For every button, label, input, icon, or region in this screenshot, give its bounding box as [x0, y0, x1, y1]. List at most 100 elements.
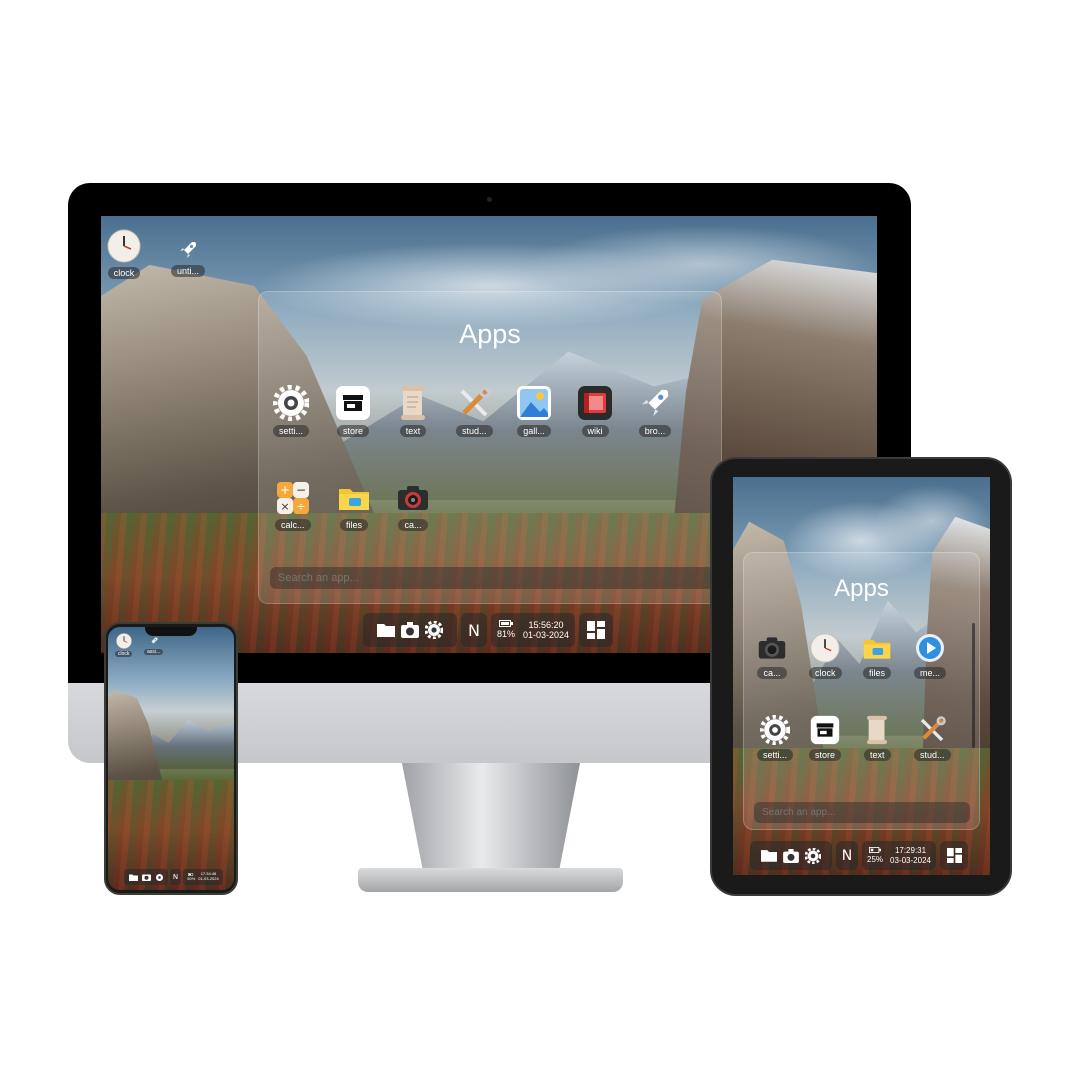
status-area: 81% 15:56:20 01-03-2024 [491, 613, 575, 647]
wallpaper [108, 627, 234, 890]
notes-button[interactable]: N [170, 869, 181, 885]
clock-icon [107, 229, 141, 263]
date-text: 03-03-2024 [890, 855, 931, 865]
app-search-input[interactable] [754, 802, 970, 823]
gear-icon[interactable] [155, 873, 164, 882]
desktop-icon-label: clock [115, 651, 133, 657]
app-calculator[interactable]: + − × ÷ calc... [275, 481, 311, 531]
camera-icon[interactable] [141, 873, 151, 881]
time-text: 17:29:31 [894, 846, 927, 856]
apps-launcher-window: Apps ca... clock files me... setti... st… [743, 552, 980, 830]
app-studio[interactable]: stud... [914, 715, 951, 761]
gear-icon[interactable] [805, 847, 821, 864]
app-camera[interactable]: ca... [757, 633, 787, 679]
clock-readout: 17:29:31 03-03-2024 [890, 846, 931, 864]
taskbar-quick-group [750, 841, 832, 870]
desktop-icon-clock[interactable]: clock [115, 633, 133, 657]
app-label: ca... [757, 667, 787, 679]
app-grid-button[interactable] [579, 613, 613, 647]
app-label: setti... [273, 425, 310, 437]
app-text[interactable]: text [398, 385, 428, 437]
battery-indicator: 25% [867, 846, 884, 864]
battery-percent: 25% [867, 854, 884, 864]
notes-button[interactable]: N [836, 841, 858, 870]
app-label: files [339, 519, 368, 531]
app-clock[interactable]: clock [809, 633, 842, 679]
date-text: 01-03-2024 [522, 630, 570, 640]
gear-icon [760, 715, 790, 745]
gear-icon [273, 385, 309, 421]
camera-icon[interactable] [401, 622, 419, 638]
status-area: 25% 17:29:31 03-03-2024 [862, 841, 936, 870]
taskbar: N 81% 15:56:20 01-03-2024 [363, 613, 613, 647]
play-icon [915, 633, 945, 663]
taskbar-quick-group [124, 869, 168, 885]
time-text: 15:56:20 [528, 619, 564, 630]
phone-screen: clock assi... N 50% 17:34:48 01-03-2024 [108, 627, 234, 890]
battery-percent: 81% [496, 629, 515, 640]
tablet-screen: Apps ca... clock files me... setti... st… [733, 477, 990, 875]
store-icon [335, 385, 371, 421]
svg-text:×: × [280, 500, 289, 513]
grid-icon [587, 621, 605, 639]
svg-text:−: − [296, 483, 306, 497]
apps-launcher-window: Apps setti... store text stud... gall...… [258, 291, 722, 604]
folder-icon[interactable] [128, 874, 138, 881]
taskbar: N 25% 17:29:31 03-03-2024 [750, 841, 968, 870]
app-label: stud... [914, 749, 951, 761]
desktop-icon-label: unti... [171, 265, 206, 277]
apps-title: Apps [834, 575, 889, 602]
app-files[interactable]: files [862, 633, 892, 679]
app-label: text [399, 425, 427, 437]
app-label: me... [914, 667, 947, 679]
app-files[interactable]: files [337, 481, 371, 531]
wiki-icon [577, 385, 613, 421]
gear-icon[interactable] [425, 621, 443, 639]
app-label: bro... [638, 425, 672, 437]
monitor-stand [402, 763, 580, 873]
camera-icon[interactable] [783, 848, 799, 863]
battery-indicator: 50% [187, 872, 196, 882]
app-store[interactable]: store [809, 715, 842, 761]
clock-readout: 17:34:48 01-03-2024 [198, 872, 218, 881]
tools-icon [456, 385, 492, 421]
app-store[interactable]: store [335, 385, 371, 437]
clock-icon [810, 633, 840, 663]
scrollbar[interactable] [972, 623, 975, 748]
desktop-icon-untitled[interactable]: unti... [171, 239, 206, 277]
app-camera[interactable]: ca... [396, 481, 430, 531]
app-text[interactable]: text [864, 715, 891, 761]
scroll-icon [398, 385, 428, 421]
app-media[interactable]: me... [914, 633, 947, 679]
battery-percent: 50% [187, 875, 196, 881]
app-label: text [864, 749, 891, 761]
folder-icon [337, 481, 371, 515]
desktop-icon-label: assi... [144, 649, 164, 655]
app-search-input[interactable] [270, 567, 714, 589]
app-studio[interactable]: stud... [456, 385, 493, 437]
app-wiki[interactable]: wiki [577, 385, 613, 437]
app-settings[interactable]: setti... [273, 385, 310, 437]
battery-indicator: 81% [497, 620, 515, 639]
app-browser[interactable]: bro... [637, 385, 673, 437]
clock-icon [115, 633, 132, 649]
desktop-icon-assistant[interactable]: assi... [144, 636, 164, 655]
notes-button[interactable]: N [461, 613, 487, 647]
calculator-icon: + − × ÷ [276, 481, 310, 515]
folder-icon[interactable] [377, 623, 395, 637]
app-settings[interactable]: setti... [757, 715, 794, 761]
app-gallery[interactable]: gall... [516, 385, 552, 437]
app-label: setti... [757, 749, 794, 761]
desktop-icon-clock[interactable]: clock [107, 229, 141, 279]
tools-icon [917, 715, 947, 745]
desktop-icon-label: clock [107, 267, 141, 279]
gallery-icon [516, 385, 552, 421]
taskbar: N 50% 17:34:48 01-03-2024 [124, 869, 223, 885]
monitor-camera [487, 197, 492, 202]
app-label: store [336, 425, 369, 437]
date-text: 01-03-2024 [198, 876, 219, 881]
app-grid-button[interactable] [940, 841, 968, 870]
monitor-base [358, 868, 623, 892]
folder-icon[interactable] [761, 849, 777, 862]
app-label: calc... [275, 519, 311, 531]
